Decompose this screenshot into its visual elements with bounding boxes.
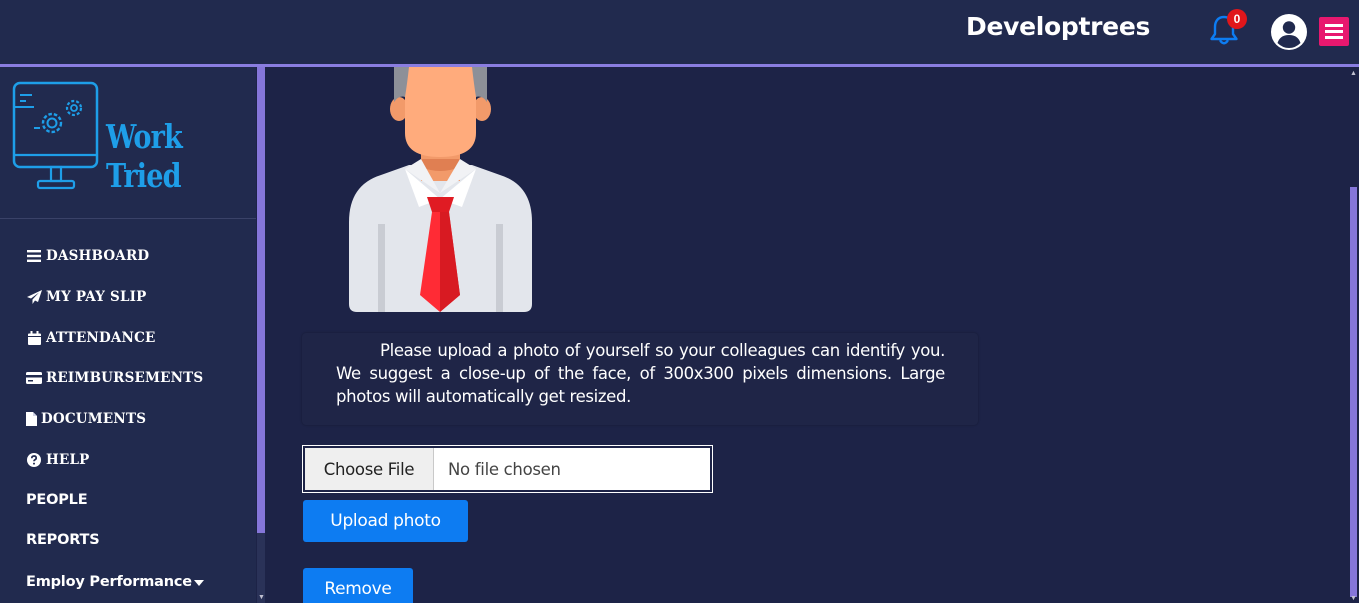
sidebar-item-label: REIMBURSEMENTS: [46, 370, 204, 386]
profile-photo: [349, 67, 532, 312]
sidebar-item-help[interactable]: HELP: [26, 452, 90, 468]
credit-card-icon: [26, 371, 42, 385]
sidebar-item-label: DASHBOARD: [46, 248, 150, 264]
sidebar-item-my-pay-slip[interactable]: MY PAY SLIP: [26, 289, 147, 305]
main-scrollbar-thumb[interactable]: [1350, 187, 1357, 597]
top-navbar: Developtrees 0: [0, 0, 1359, 64]
sidebar-item-label: PEOPLE: [26, 492, 88, 508]
sidebar-item-reports[interactable]: REPORTS: [26, 532, 100, 548]
sidebar-divider: [0, 218, 256, 219]
upload-photo-button[interactable]: Upload photo: [303, 500, 468, 542]
sidebar-item-label: HELP: [46, 452, 90, 468]
bars-icon: [26, 249, 42, 263]
notification-count-badge: 0: [1227, 9, 1247, 29]
sidebar-item-label: Employ Performance: [26, 574, 192, 590]
brand-name: Developtrees: [966, 12, 1151, 41]
sidebar-scrollbar-thumb[interactable]: [257, 67, 265, 533]
scroll-up-arrow-icon[interactable]: ▲: [1350, 70, 1357, 77]
calendar-icon: [26, 331, 42, 345]
scroll-down-arrow-icon[interactable]: ▼: [258, 594, 265, 601]
sidebar-item-label: REPORTS: [26, 532, 100, 548]
sidebar-item-label: MY PAY SLIP: [46, 289, 147, 305]
file-icon: [26, 412, 37, 426]
sidebar-item-attendance[interactable]: ATTENDANCE: [26, 330, 156, 346]
file-input[interactable]: Choose File No file chosen: [302, 445, 713, 493]
sidebar-item-documents[interactable]: DOCUMENTS: [26, 411, 146, 427]
sidebar-item-employ-performance[interactable]: Employ Performance: [26, 573, 204, 591]
sidebar-item-label: DOCUMENTS: [41, 411, 147, 427]
sidebar: Work Tried DASHBOARD MY PAY SLIP ATTENDA…: [0, 67, 256, 603]
monitor-gears-icon: [12, 81, 99, 190]
choose-file-button[interactable]: Choose File: [305, 448, 434, 490]
sidebar-item-people[interactable]: PEOPLE: [26, 492, 88, 508]
sidebar-item-reimbursements[interactable]: REIMBURSEMENTS: [26, 370, 203, 386]
remove-button[interactable]: Remove: [303, 568, 413, 603]
sidebar-scrollbar[interactable]: ▼: [256, 67, 268, 603]
scroll-down-arrow-icon[interactable]: ▼: [1350, 595, 1357, 602]
sidebar-item-label: ATTENDANCE: [46, 330, 156, 346]
question-circle-icon: [26, 453, 42, 467]
hamburger-menu-button[interactable]: [1319, 17, 1349, 46]
file-status-text: No file chosen: [448, 459, 561, 479]
logo-text: Work Tried: [106, 117, 183, 195]
caret-down-icon: [193, 573, 204, 591]
paper-plane-icon: [26, 290, 42, 304]
upload-instructions-text: Please upload a photo of yourself so you…: [336, 341, 945, 406]
sidebar-item-dashboard[interactable]: DASHBOARD: [26, 248, 149, 264]
user-circle-icon[interactable]: [1270, 13, 1308, 51]
main-scrollbar[interactable]: ▲ ▼: [1348, 67, 1359, 603]
